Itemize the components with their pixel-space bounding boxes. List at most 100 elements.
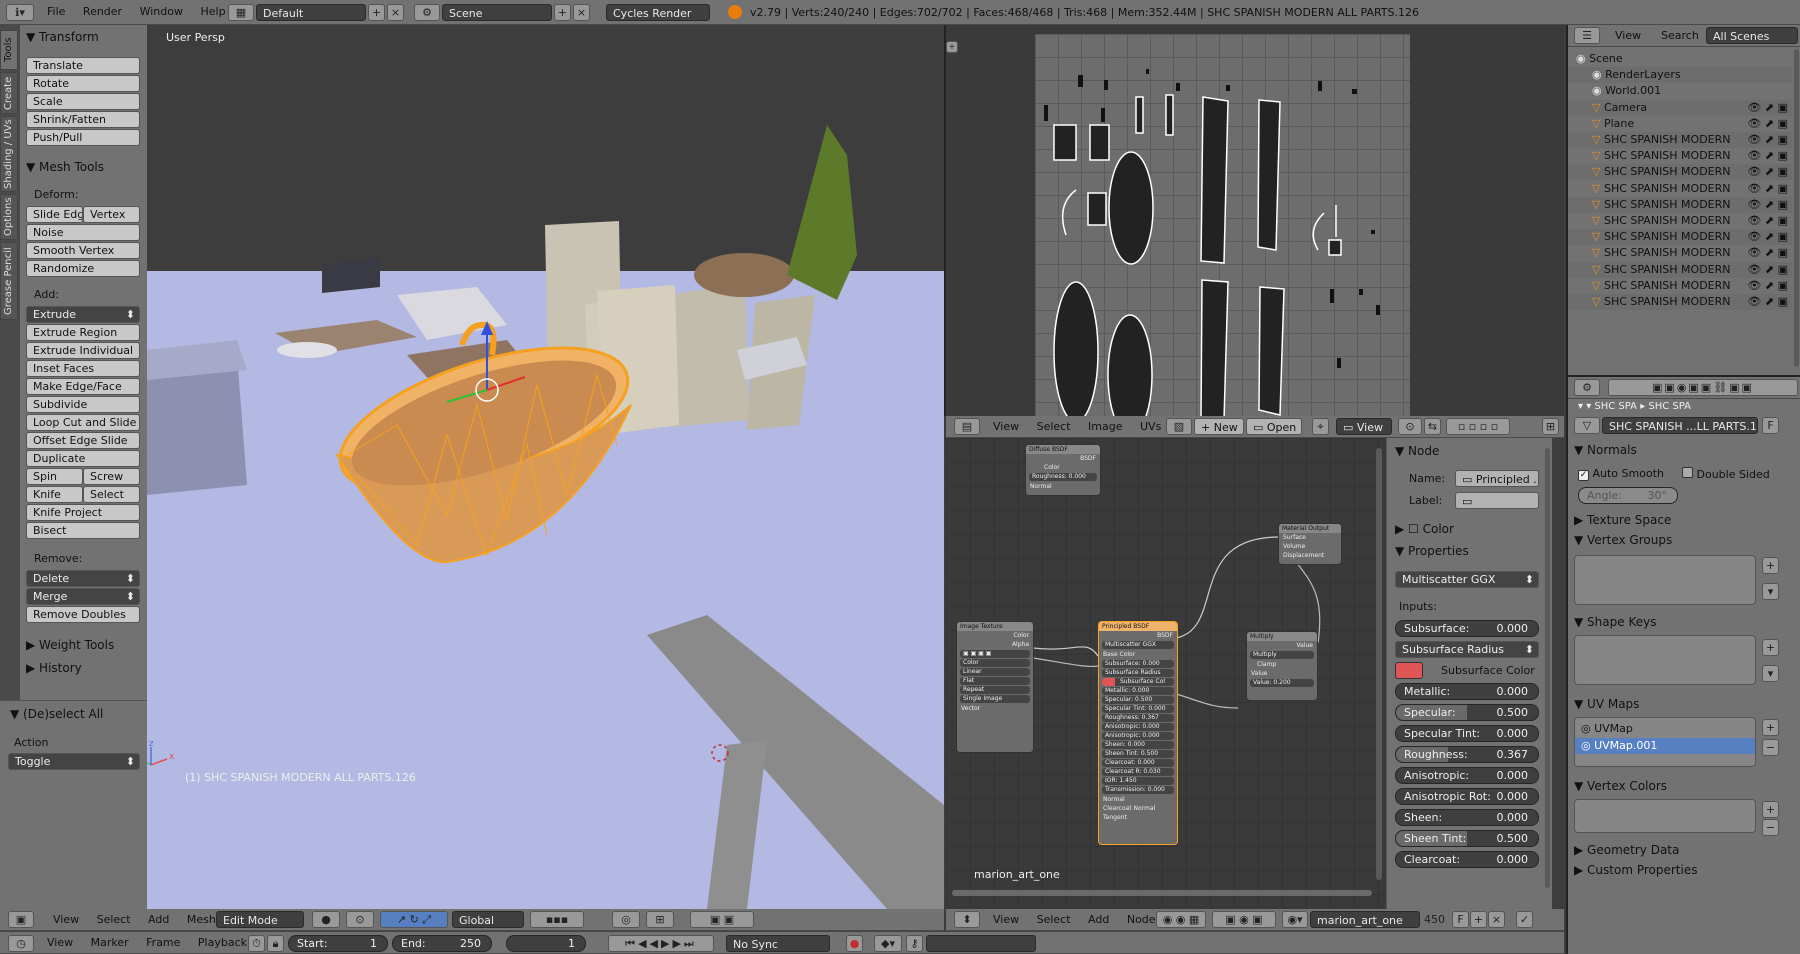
outliner-menu-search[interactable]: Search: [1654, 25, 1706, 47]
uv-menu-image[interactable]: Image: [1081, 416, 1129, 438]
material-add-icon[interactable]: +: [1470, 911, 1487, 928]
vertex-groups-list[interactable]: [1574, 555, 1756, 605]
outliner-item[interactable]: ▽ SHC SPANISH MODERN 👁︎ ⬈ ▣: [1568, 148, 1792, 165]
orientation-select[interactable]: Global: [452, 911, 524, 928]
node-field[interactable]: Roughness: 0.000: [1029, 473, 1097, 481]
tab-grease-pencil[interactable]: Grease Pencil: [0, 242, 18, 320]
tab-create[interactable]: Create: [0, 72, 18, 114]
node-select[interactable]: Subsurface Radius: [1102, 669, 1174, 677]
start-frame-field[interactable]: Start: 1: [288, 935, 388, 952]
node-section-header[interactable]: ▼ Node: [1395, 444, 1439, 458]
shape-keys-header[interactable]: ▼ Shape Keys: [1574, 615, 1656, 629]
spin-button[interactable]: Spin: [26, 468, 83, 485]
visibility-icons[interactable]: 👁︎ ⬈ ▣: [1747, 229, 1788, 245]
double-sided-checkbox[interactable]: Double Sided: [1682, 467, 1770, 481]
randomize-button[interactable]: Randomize: [26, 260, 140, 277]
outliner-item[interactable]: ▽ SHC SPANISH MODERN 👁︎ ⬈ ▣: [1568, 196, 1792, 213]
node-select[interactable]: Color: [960, 659, 1030, 667]
node-select[interactable]: Multiscatter GGX: [1102, 641, 1174, 649]
deselect-all-header[interactable]: ▼ (De)select All: [10, 707, 103, 721]
anisotropic-rotation-field[interactable]: Anisotropic Rot: 0.000: [1395, 788, 1539, 805]
tab-shading-uvs[interactable]: Shading / UVs: [0, 116, 18, 192]
visibility-icons[interactable]: 👁︎ ⬈ ▣: [1747, 278, 1788, 294]
scene-remove-icon[interactable]: ×: [573, 4, 590, 21]
scale-button[interactable]: Scale: [26, 93, 140, 110]
menu-window[interactable]: Window: [133, 0, 190, 24]
offset-edge-slide-button[interactable]: Offset Edge Slide: [26, 432, 140, 449]
outliner-type-icon[interactable]: ☰: [1574, 27, 1600, 44]
transform-header[interactable]: ▼ Transform: [26, 30, 99, 44]
scene-add-icon[interactable]: +: [554, 4, 571, 21]
bisect-button[interactable]: Bisect: [26, 522, 140, 539]
node-label-input[interactable]: ▭: [1455, 492, 1539, 509]
3d-viewport[interactable]: User Persp (1) SHC SPANISH MODERN ALL PA…: [147, 25, 944, 909]
node-select[interactable]: Single Image: [960, 695, 1030, 703]
outliner-item[interactable]: ▽ SHC SPANISH MODERN 👁︎ ⬈ ▣: [1568, 229, 1792, 246]
uv-map-item[interactable]: ◎ UVMap: [1575, 721, 1755, 737]
node-select[interactable]: Repeat: [960, 686, 1030, 694]
vertex-colors-header[interactable]: ▼ Vertex Colors: [1574, 779, 1667, 793]
open-image-button[interactable]: ▭ Open: [1246, 418, 1302, 435]
outliner-item[interactable]: ▽ SHC SPANISH MODERN 👁︎ ⬈ ▣: [1568, 180, 1792, 197]
scene-icon[interactable]: ⚙: [414, 4, 440, 21]
auto-smooth-checkbox[interactable]: ✓ Auto Smooth: [1578, 467, 1664, 481]
vertex-colors-list[interactable]: [1574, 799, 1756, 833]
uv-corner-icon[interactable]: +: [946, 41, 958, 53]
layers-icon[interactable]: ▪▪▪: [530, 911, 584, 928]
node-color-field[interactable]: Subsurface Col: [1102, 678, 1174, 686]
menu-file[interactable]: File: [40, 0, 72, 24]
vp-menu-view[interactable]: View: [46, 909, 86, 931]
visibility-icons[interactable]: 👁︎ ⬈ ▣: [1747, 181, 1788, 197]
shape-keys-list[interactable]: [1574, 635, 1756, 685]
timeline-menu-view[interactable]: View: [40, 932, 80, 954]
uv-map-remove-icon[interactable]: −: [1762, 739, 1779, 756]
visibility-icons[interactable]: 👁︎ ⬈ ▣: [1747, 262, 1788, 278]
action-select[interactable]: Toggle ⬍: [8, 753, 140, 770]
pin-icon[interactable]: ⌖: [1312, 418, 1329, 435]
node-field[interactable]: Clearcoat: 0.000: [1102, 759, 1174, 767]
delete-menu[interactable]: Delete ⬍: [26, 570, 140, 587]
node-menu-select[interactable]: Select: [1030, 909, 1078, 931]
sheen-field[interactable]: Sheen: 0.000: [1395, 809, 1539, 826]
properties-context-tabs[interactable]: ▣▣◉▣▣⛓▣▣: [1608, 379, 1798, 396]
outliner-item[interactable]: ▽ Camera 👁︎ ⬈ ▣: [1568, 99, 1792, 116]
outliner-item[interactable]: ▽ SHC SPANISH MODERN 👁︎ ⬈ ▣: [1568, 277, 1792, 294]
node-field[interactable]: Subsurface: 0.000: [1102, 660, 1174, 668]
info-icon[interactable]: ℹ▾: [6, 4, 34, 21]
timeline-type-icon[interactable]: ◷: [8, 935, 34, 952]
properties-section-header[interactable]: ▼ Properties: [1395, 544, 1469, 558]
visibility-icons[interactable]: 👁︎ ⬈ ▣: [1747, 116, 1788, 132]
fake-user-button[interactable]: F: [1452, 911, 1469, 928]
object-type-icon[interactable]: ▣ ◉ ▣: [1212, 911, 1276, 928]
subsurface-radius-select[interactable]: Subsurface Radius ⬍: [1395, 641, 1539, 658]
shape-key-add-icon[interactable]: +: [1762, 639, 1779, 656]
uv-select-mode-icon[interactable]: ▫ ▫ ▫ ▫: [1446, 418, 1510, 435]
snap-icon[interactable]: ⊞: [646, 911, 674, 928]
keying-set-field[interactable]: [926, 935, 1036, 952]
uv-map-item-selected[interactable]: ◎ UVMap.001: [1575, 738, 1755, 754]
visibility-icons[interactable]: 👁︎ ⬈ ▣: [1747, 164, 1788, 180]
translate-button[interactable]: Translate: [26, 57, 140, 74]
specular-tint-field[interactable]: Specular Tint: 0.000: [1395, 725, 1539, 742]
properties-type-icon[interactable]: ⚙: [1574, 379, 1600, 396]
shading-icon[interactable]: ●: [312, 911, 340, 928]
current-frame-field[interactable]: 1: [506, 935, 586, 952]
outliner-item[interactable]: ▽ SHC SPANISH MODERN 👁︎ ⬈ ▣: [1568, 132, 1792, 148]
node-select[interactable]: Multiply: [1250, 651, 1314, 659]
custom-properties-header[interactable]: ▶ Custom Properties: [1574, 863, 1697, 877]
render-preview-icon[interactable]: ▣ ▣: [690, 911, 754, 928]
node-vertical-scrollbar[interactable]: [1376, 448, 1382, 880]
inset-faces-button[interactable]: Inset Faces: [26, 360, 140, 377]
outliner-item[interactable]: ◉ World.001: [1568, 83, 1792, 100]
uv-maps-header[interactable]: ▼ UV Maps: [1574, 697, 1639, 711]
node-field[interactable]: Sheen Tint: 0.500: [1102, 750, 1174, 758]
extrude-region-button[interactable]: Extrude Region: [26, 324, 140, 341]
uv-map-add-icon[interactable]: +: [1762, 719, 1779, 736]
editor-type-icon[interactable]: ▣: [8, 911, 34, 928]
outliner-item[interactable]: ◉ RenderLayers: [1568, 67, 1792, 84]
node-field[interactable]: Specular: 0.500: [1102, 696, 1174, 704]
duplicate-button[interactable]: Duplicate: [26, 450, 140, 467]
node-field[interactable]: Value: 0.200: [1250, 679, 1314, 687]
vertex-color-add-icon[interactable]: +: [1762, 801, 1779, 818]
pivot-icon[interactable]: ⊙: [1398, 418, 1422, 435]
